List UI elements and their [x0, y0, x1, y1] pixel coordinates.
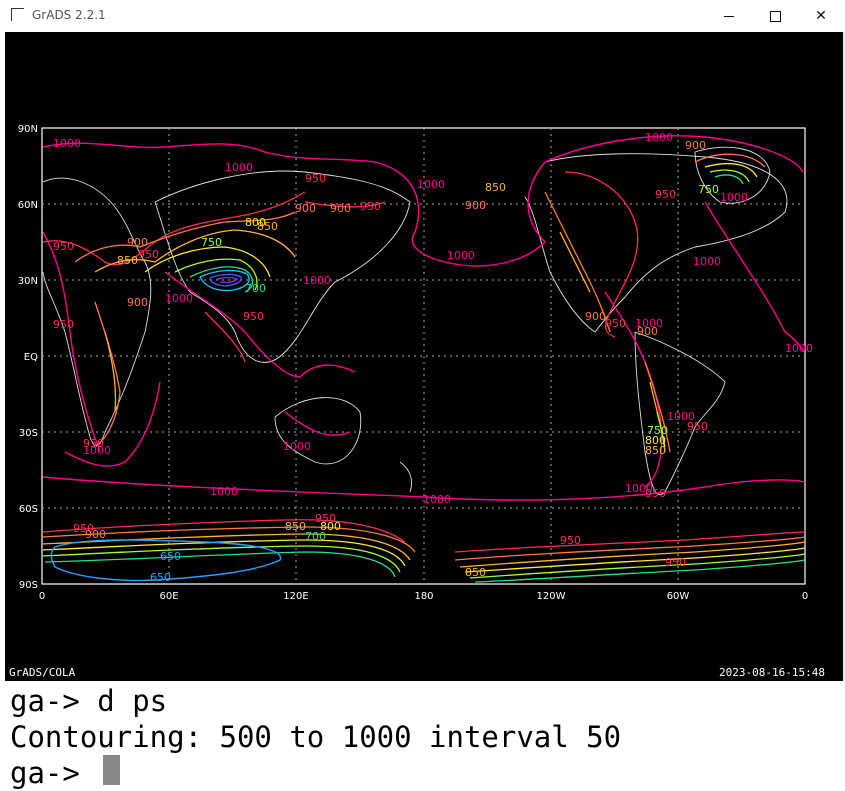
contour-label: 900 — [685, 139, 706, 152]
y-tick-label: EQ — [24, 352, 38, 363]
contour-label: 950 — [560, 534, 581, 547]
minimize-button[interactable] — [706, 0, 752, 32]
contour-label: 950 — [83, 437, 104, 450]
contour-label: 950 — [687, 420, 708, 433]
contour-label: 1000 — [693, 255, 721, 268]
contour-label: 950 — [665, 556, 686, 569]
contour-label: 900 — [330, 202, 351, 215]
contour-label: 1000 — [53, 137, 81, 150]
contour-label: 950 — [53, 240, 74, 253]
contour-label: 1000 — [645, 131, 673, 144]
contour-label: 900 — [85, 528, 106, 541]
contour-label: 1000 — [210, 485, 238, 498]
x-tick-label: 120E — [283, 591, 308, 602]
console-line: Contouring: 500 to 1000 interval 50 — [10, 720, 622, 754]
y-tick-label: 60S — [19, 504, 38, 515]
maximize-button[interactable] — [752, 0, 798, 32]
x-tick-label: 0 — [802, 591, 808, 602]
contour-label: 950 — [655, 188, 676, 201]
console-line: ga-> d ps — [10, 684, 168, 718]
console-prompt-line[interactable]: ga-> — [10, 755, 121, 791]
contour-label: 950 — [138, 248, 159, 261]
contour-label: 1000 — [720, 191, 748, 204]
contour-label: 950 — [360, 200, 381, 213]
contour-label: 950 — [605, 317, 626, 330]
maximize-icon — [769, 10, 781, 22]
contour-label: 900 — [585, 310, 606, 323]
grads-graphics-window: 1000 1000 1000 1000 1000 1000 1000 1000 1000 1000… — [5, 32, 843, 681]
command-console[interactable]: ga-> d ps Contouring: 500 to 1000 interv… — [0, 681, 845, 790]
contour-label: 900 — [295, 202, 316, 215]
close-button[interactable]: ✕ — [798, 0, 844, 32]
graticule — [42, 128, 805, 584]
contour-label: 1000 — [225, 161, 253, 174]
contour-label: 1000 — [423, 493, 451, 506]
y-tick-label: 60N — [18, 200, 38, 211]
y-tick-label: 30S — [19, 428, 38, 439]
y-tick-label: 90S — [19, 580, 38, 591]
grads-credit: GrADS/COLA — [9, 666, 76, 679]
contour-label: 900 — [127, 236, 148, 249]
contour-label: 1000 — [165, 292, 193, 305]
contour-label: 1000 — [417, 178, 445, 191]
contour-label: 650 — [150, 571, 171, 584]
x-tick-label: 60E — [159, 591, 178, 602]
x-tick-label: 120W — [537, 591, 566, 602]
contour-map: 1000 1000 1000 1000 1000 1000 1000 1000 1000 1000… — [18, 124, 813, 602]
contour-label: 750 — [647, 424, 668, 437]
grads-app-icon — [11, 8, 24, 21]
contour-label: 1000 — [785, 342, 813, 355]
contour-label: 850 — [485, 181, 506, 194]
contour-label: 900 — [465, 199, 486, 212]
contour-label: 900 — [127, 296, 148, 309]
y-tick-label: 30N — [18, 276, 38, 287]
console-prompt: ga-> — [10, 756, 98, 790]
contour-label: 650 — [160, 550, 181, 563]
contour-label: 750 — [698, 183, 719, 196]
contour-label: 750 — [201, 236, 222, 249]
contour-label: 850 — [285, 520, 306, 533]
axis-labels: 90N 60N 30N EQ 30S 60S 90S 0 60E 120E 18… — [18, 124, 808, 602]
title-bar: GrADS 2.2.1 ✕ — [0, 0, 845, 32]
contour-label: 700 — [305, 530, 326, 543]
contour-label: 850 — [117, 254, 138, 267]
y-tick-label: 90N — [18, 124, 38, 135]
plot-timestamp: 2023-08-16-15:48 — [719, 666, 825, 679]
contour-label: 700 — [245, 282, 266, 295]
x-tick-label: 180 — [414, 591, 433, 602]
x-tick-label: 60W — [667, 591, 690, 602]
contour-label: 1000 — [283, 440, 311, 453]
contour-label: 950 — [645, 487, 666, 500]
contour-label: 950 — [305, 172, 326, 185]
contour-label: 1000 — [447, 249, 475, 262]
contour-label: 850 — [465, 566, 486, 579]
window-title: GrADS 2.2.1 — [32, 8, 106, 22]
contour-label: 1000 — [303, 274, 331, 287]
contour-label: 900 — [637, 325, 658, 338]
minimize-icon — [724, 15, 734, 17]
text-cursor — [103, 755, 121, 785]
contour-label: 800 — [245, 216, 266, 229]
x-tick-label: 0 — [39, 591, 45, 602]
close-icon: ✕ — [815, 8, 827, 24]
contour-700 — [44, 174, 806, 583]
contour-label: 950 — [53, 318, 74, 331]
contour-label: 950 — [243, 310, 264, 323]
contour-label-group: 1000 1000 1000 1000 1000 1000 1000 1000 1000 1000… — [53, 131, 813, 584]
